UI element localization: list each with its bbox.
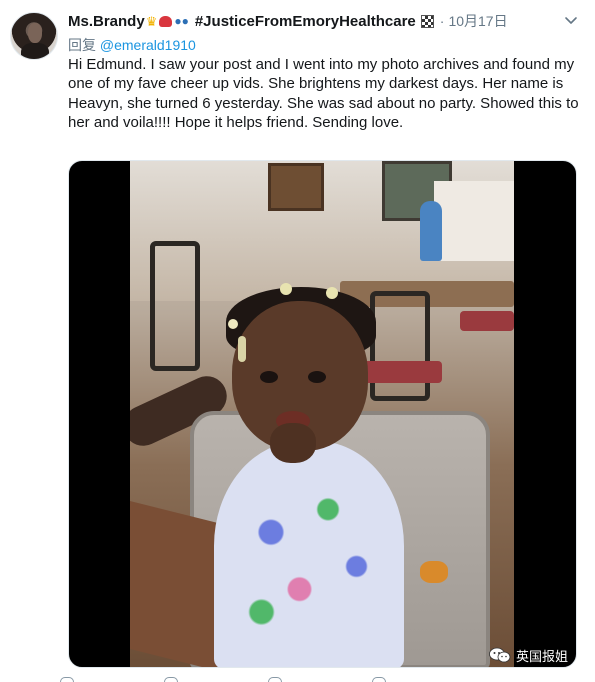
- video-frame: [130, 161, 514, 667]
- tweet-text: Hi Edmund. I saw your post and I went in…: [68, 56, 579, 132]
- hair-bead: [238, 336, 246, 362]
- food-snack: [420, 561, 448, 583]
- chair: [150, 241, 200, 371]
- child-eye: [260, 371, 278, 383]
- sunglasses-icon: ●●: [174, 14, 189, 28]
- tweet-actions-partial: [60, 677, 595, 682]
- avatar[interactable]: [10, 12, 58, 60]
- hair-bead: [326, 287, 338, 299]
- tweet-date[interactable]: 10月17日: [448, 11, 507, 31]
- wechat-icon: [489, 647, 511, 663]
- watermark-label: 英国报姐: [516, 649, 569, 665]
- retweet-icon[interactable]: [164, 677, 178, 682]
- share-icon[interactable]: [372, 677, 386, 682]
- video-media[interactable]: [68, 160, 577, 668]
- tweet: Ms.Brandy ♛ ●● #JusticeFromEmoryHealthca…: [0, 0, 595, 682]
- author-hashtag: #JusticeFromEmoryHealthcare: [194, 12, 416, 30]
- reply-prefix: 回复: [68, 37, 96, 53]
- hair-bead: [228, 319, 238, 329]
- chevron-down-icon[interactable]: [563, 12, 579, 28]
- child-shirt: [214, 441, 404, 667]
- background-person: [420, 201, 442, 261]
- chair-seat: [460, 311, 514, 331]
- child-hand: [270, 423, 316, 463]
- checkered-flag-icon: [420, 14, 434, 28]
- hair-bead: [280, 283, 292, 295]
- window: [434, 181, 514, 261]
- hat-icon: [159, 15, 173, 27]
- chair: [370, 291, 430, 401]
- tweet-header: Ms.Brandy ♛ ●● #JusticeFromEmoryHealthca…: [68, 11, 508, 31]
- chair-seat: [362, 361, 442, 383]
- reply-context: 回复 @emerald1910: [68, 35, 196, 55]
- reply-icon[interactable]: [60, 677, 74, 682]
- child-eye: [308, 371, 326, 383]
- crown-icon: ♛: [145, 13, 158, 29]
- like-icon[interactable]: [268, 677, 282, 682]
- header-separator: ·: [439, 13, 445, 29]
- reply-handle-link[interactable]: @emerald1910: [100, 37, 196, 53]
- wall-picture: [268, 163, 324, 211]
- avatar-face: [28, 23, 42, 43]
- avatar-body: [21, 43, 49, 59]
- author-name[interactable]: Ms.Brandy: [68, 13, 145, 30]
- watermark: 英国报姐: [489, 646, 569, 665]
